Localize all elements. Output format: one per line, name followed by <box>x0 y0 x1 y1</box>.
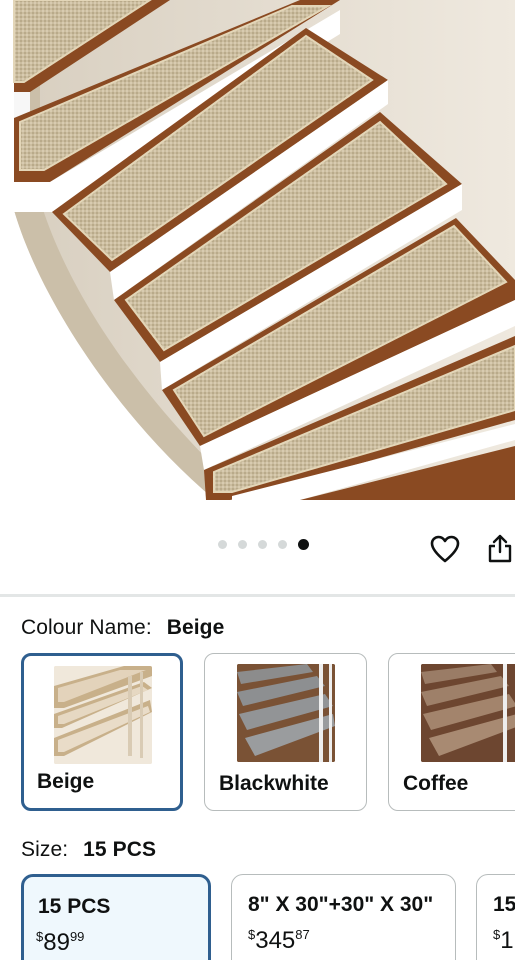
price-currency: $ <box>493 927 501 942</box>
size-option-price: $8999 <box>36 929 84 957</box>
colour-label-row: Colour Name: Beige <box>21 616 224 640</box>
swatch-label: Blackwhite <box>219 772 329 795</box>
beige-thumbnail <box>54 666 152 764</box>
size-option-price: $34587 <box>248 927 310 955</box>
colour-label: Colour Name: <box>21 616 152 639</box>
heart-icon <box>430 535 460 563</box>
price-fraction: 99 <box>69 929 85 944</box>
size-option-15-pcs[interactable]: 15 PCS $8999 <box>21 874 211 960</box>
coffee-thumbnail <box>421 664 515 762</box>
selected-colour: Beige <box>166 616 225 639</box>
price-whole: 1 <box>500 927 514 954</box>
price-whole: 345 <box>255 927 296 954</box>
share-icon <box>488 534 512 563</box>
share-button[interactable] <box>484 531 515 565</box>
size-label: Size: <box>21 838 69 861</box>
size-option-label: 15 PCS <box>38 895 111 918</box>
swatch-label: Beige <box>37 770 95 793</box>
add-to-wishlist-button[interactable] <box>428 532 462 566</box>
carousel-dot[interactable] <box>218 540 227 549</box>
price-fraction: 87 <box>295 927 310 942</box>
size-label-row: Size: 15 PCS <box>21 838 156 862</box>
colour-option-beige[interactable]: Beige <box>21 653 183 811</box>
colour-option-coffee[interactable]: Coffee <box>388 653 515 811</box>
stair-treads-photo <box>0 0 515 500</box>
selected-size: 15 PCS <box>83 838 157 861</box>
carousel-dot[interactable] <box>238 540 247 549</box>
section-divider <box>0 594 515 597</box>
price-currency: $ <box>36 929 44 944</box>
size-option-label: 8" X 30"+30" X 30" <box>248 893 434 916</box>
size-option-partial[interactable]: 15 $1 <box>476 874 515 960</box>
image-carousel-indicator[interactable] <box>218 539 309 550</box>
swatch-label: Coffee <box>403 772 469 795</box>
size-option-label: 15 <box>493 893 515 916</box>
blackwhite-thumbnail <box>237 664 335 762</box>
colour-option-blackwhite[interactable]: Blackwhite <box>204 653 367 811</box>
size-option-price: $1 <box>493 927 514 955</box>
product-image[interactable] <box>0 0 515 500</box>
carousel-dot[interactable] <box>258 540 267 549</box>
carousel-dot-active[interactable] <box>298 539 309 550</box>
price-currency: $ <box>248 927 256 942</box>
size-option-8x30-30x30[interactable]: 8" X 30"+30" X 30" $34587 <box>231 874 456 960</box>
price-whole: 89 <box>43 929 70 956</box>
carousel-dot[interactable] <box>278 540 287 549</box>
